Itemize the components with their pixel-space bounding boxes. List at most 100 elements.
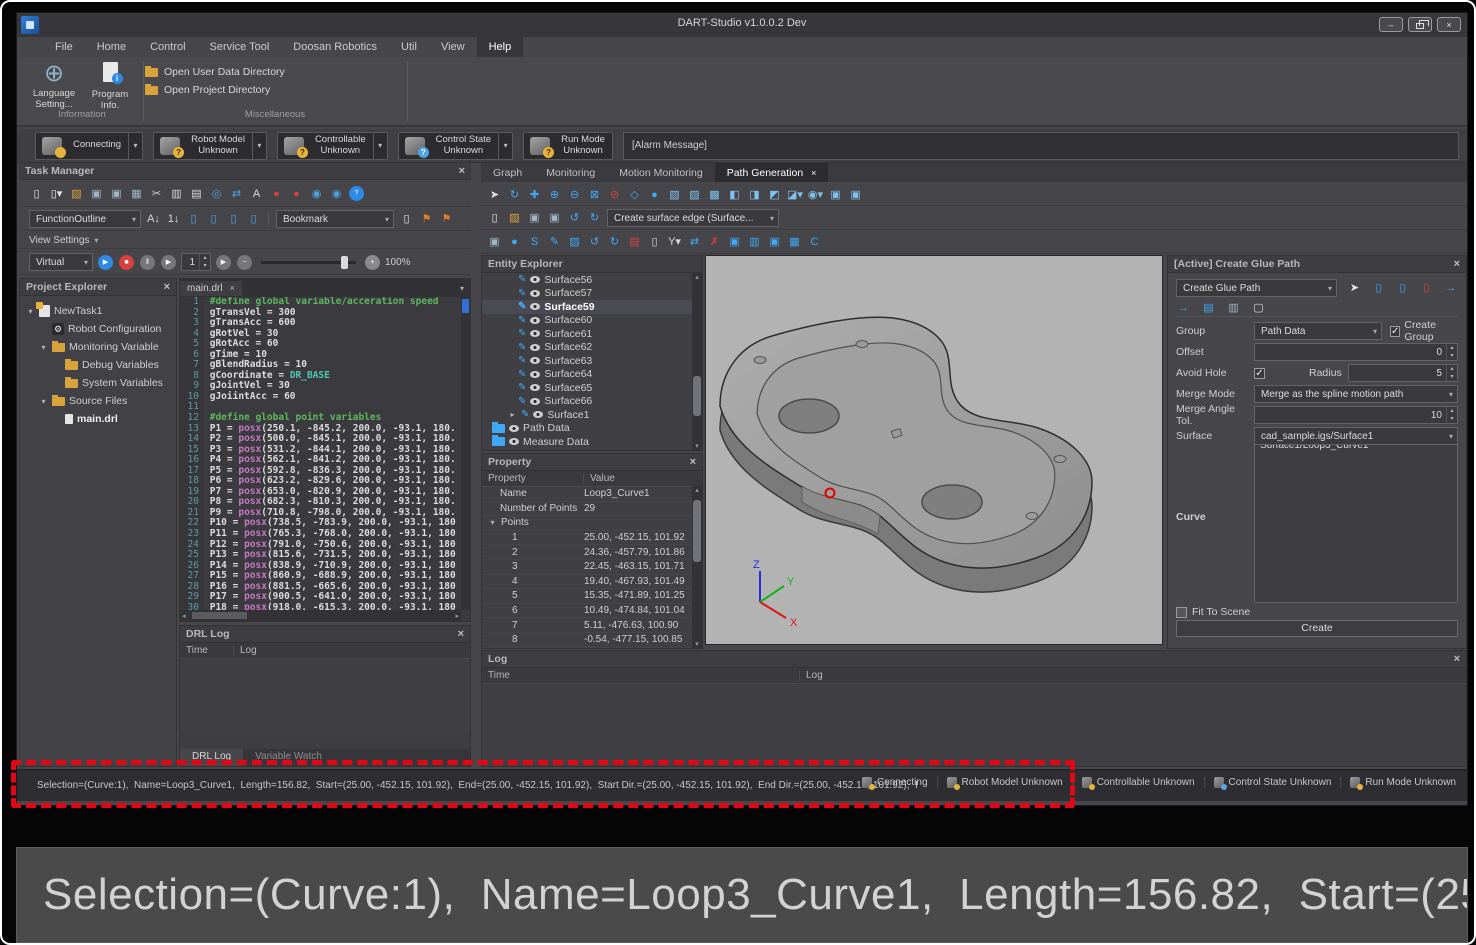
scroll-up-icon[interactable]: ▴	[695, 486, 699, 494]
watch-add-all-icon[interactable]: ▯	[206, 211, 221, 227]
replace-icon[interactable]: ⇄	[229, 186, 244, 202]
scroll-up-icon[interactable]: ▴	[695, 273, 699, 281]
entity-item-surface60[interactable]: ✎Surface60	[482, 314, 692, 328]
visibility-eye-icon[interactable]	[530, 330, 540, 337]
code-line[interactable]: 30 P18 = posx(918.0, -615.3, 200.0, -93.…	[180, 603, 461, 610]
run-count-stepper[interactable]: 1 ▴▾	[181, 253, 211, 271]
step-button[interactable]: ▶	[161, 255, 176, 270]
bookmark-select[interactable]: Bookmark ▾	[276, 210, 394, 228]
editor-tab-maindrl[interactable]: main.drl ×	[180, 281, 242, 296]
snapshot-icon[interactable]: ▣	[767, 234, 782, 250]
view-tab-graph[interactable]: Graph	[481, 163, 534, 182]
pan-icon[interactable]: ✚	[527, 187, 542, 203]
visibility-eye-icon[interactable]	[530, 276, 540, 283]
menu-tab-help[interactable]: Help	[477, 37, 524, 57]
menu-tab-control[interactable]: Control	[138, 37, 197, 57]
apply-icon[interactable]: →	[1176, 300, 1191, 316]
slider-handle[interactable]	[341, 256, 348, 269]
entity-item-surface64[interactable]: ✎Surface64	[482, 368, 692, 382]
tree-item-robot-configuration[interactable]: ⚙Robot Configuration	[24, 320, 176, 338]
visibility-eye-icon[interactable]	[530, 344, 540, 351]
pick-point-icon[interactable]: ◇	[627, 187, 642, 203]
spin-up-icon[interactable]: ▴	[203, 254, 206, 262]
close-icon[interactable]: ×	[811, 168, 816, 178]
editor-horizontal-scrollbar[interactable]: ◂ ▸	[180, 610, 461, 621]
curve-listbox[interactable]: Surface1/Loop3_Curve1	[1254, 437, 1458, 603]
chevron-down-icon[interactable]: ▾	[373, 133, 387, 159]
status-item-control-state-unknown[interactable]: Control State Unknown	[1204, 777, 1341, 788]
program-info-button[interactable]: Program Info.	[83, 62, 137, 112]
top-view-icon[interactable]: ▩	[707, 187, 722, 203]
tab-list-icon[interactable]: ▾	[460, 284, 464, 293]
status-item-run-mode-unknown[interactable]: Run Mode Unknown	[1340, 777, 1465, 788]
camera-view-icon[interactable]: ◉▾	[808, 187, 823, 203]
zoom-in-icon[interactable]: ⊕	[547, 187, 562, 203]
hide-entity-icon[interactable]: ⊘	[607, 187, 622, 203]
create-button[interactable]: Create	[1176, 620, 1458, 637]
new-scene-icon[interactable]: ▯	[487, 210, 502, 226]
breakpoint-add-icon[interactable]: ◉	[309, 186, 324, 202]
spin-down-icon[interactable]: ▾	[1450, 373, 1453, 381]
property-row[interactable]: ▾Points	[482, 516, 692, 531]
save-scene-icon[interactable]: ▣	[527, 210, 542, 226]
robot-model-button[interactable]: ?Robot ModelUnknown▾	[153, 132, 267, 160]
offset-stepper[interactable]: 0 ▴▾	[1254, 343, 1458, 361]
close-icon[interactable]: ×	[1454, 653, 1460, 665]
tree-item-newtask1[interactable]: ▾NewTask1	[24, 302, 176, 320]
select-icon[interactable]: ➤	[487, 187, 502, 203]
preview-icon[interactable]: ▥	[1226, 300, 1241, 316]
open-file-icon[interactable]: ▨	[69, 186, 84, 202]
stop-button[interactable]: ■	[119, 255, 134, 270]
column-time[interactable]: Time	[180, 645, 234, 656]
doc-icon[interactable]: ▯	[647, 234, 662, 250]
play-button[interactable]: ▶	[98, 255, 113, 270]
spin-down-icon[interactable]: ▾	[1450, 352, 1453, 360]
visibility-eye-icon[interactable]	[530, 317, 540, 324]
virtual-mode-select[interactable]: Virtual ▾	[29, 253, 93, 271]
print-icon[interactable]: ▦	[129, 186, 144, 202]
curve-delete-icon[interactable]: ▯	[1419, 280, 1434, 296]
menu-tab-home[interactable]: Home	[85, 37, 138, 57]
editor-vertical-scrollbar[interactable]	[461, 297, 470, 610]
zoom-in-button[interactable]: +	[365, 255, 380, 270]
entity-item-surface57[interactable]: ✎Surface57	[482, 287, 692, 301]
menu-tab-util[interactable]: Util	[389, 37, 429, 57]
close-icon[interactable]: ×	[1454, 258, 1460, 270]
create-point-icon[interactable]: ●	[507, 234, 522, 250]
scroll-right-icon[interactable]: ▸	[455, 612, 459, 620]
entity-item-surface1[interactable]: ▸✎Surface1	[482, 408, 692, 422]
controllable-button[interactable]: ?ControllableUnknown▾	[277, 132, 388, 160]
visibility-eye-icon[interactable]	[530, 290, 540, 297]
tree-item-monitoring-variable[interactable]: ▾Monitoring Variable	[24, 338, 176, 356]
spin-down-icon[interactable]: ▾	[1450, 415, 1453, 423]
visibility-eye-icon[interactable]	[530, 357, 540, 364]
spin-up-icon[interactable]: ▴	[1450, 407, 1453, 415]
arc-icon[interactable]: C	[807, 234, 822, 250]
code-line[interactable]: 12 #define global point variables	[180, 413, 461, 424]
property-row[interactable]: 515.35, -471.89, 101.25	[482, 589, 692, 604]
new-task-icon[interactable]: ▯▾	[49, 186, 64, 202]
run-mode-button[interactable]: ?Run ModeUnknown	[523, 132, 613, 160]
merge-icon[interactable]: ▦	[787, 234, 802, 250]
book-icon[interactable]: ▤	[627, 234, 642, 250]
merge-mode-select[interactable]: Merge as the spline motion path ▾	[1254, 385, 1458, 403]
group-icon[interactable]: ▨	[567, 234, 582, 250]
visibility-eye-icon[interactable]	[530, 398, 540, 405]
save-scene-as-icon[interactable]: ▣	[547, 210, 562, 226]
copy-entity-icon[interactable]: ▥	[747, 234, 762, 250]
delete-entity-icon[interactable]: ✗	[707, 234, 722, 250]
front-view-icon[interactable]: ▨	[687, 187, 702, 203]
tree-caret-icon[interactable]: ▾	[39, 397, 48, 406]
property-row[interactable]: 224.36, -457.79, 101.86	[482, 545, 692, 560]
close-icon[interactable]: ×	[164, 281, 170, 293]
entity-item-surface56[interactable]: ✎Surface56	[482, 273, 692, 287]
zoom-out-icon[interactable]: ⊖	[567, 187, 582, 203]
property-row[interactable]: Number of Points29	[482, 502, 692, 517]
language-setting-button[interactable]: ⊕ Language Setting...	[27, 62, 81, 111]
watch-add-icon[interactable]: ▯	[186, 211, 201, 227]
page-icon[interactable]: ▯	[399, 211, 414, 227]
entity-scrollbar[interactable]: ▴ ▾	[692, 273, 702, 450]
record-add-icon[interactable]: ●	[289, 186, 304, 202]
menu-tab-view[interactable]: View	[429, 37, 477, 57]
move-entity-icon[interactable]: ⇄	[687, 234, 702, 250]
